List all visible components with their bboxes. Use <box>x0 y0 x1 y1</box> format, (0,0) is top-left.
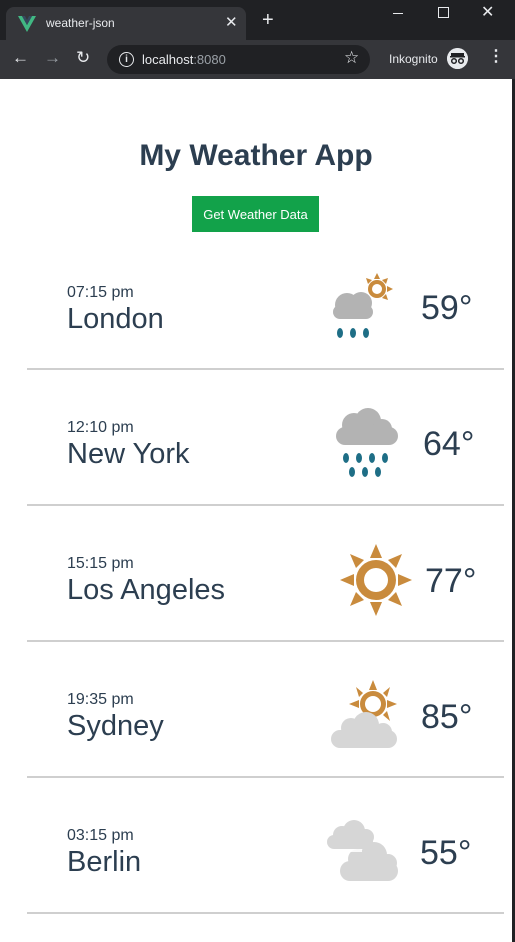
maximize-icon[interactable] <box>438 7 449 18</box>
city-time: 15:15 pm <box>67 555 134 572</box>
url-host: localhost <box>142 52 194 67</box>
city-temperature: 77° <box>425 562 477 600</box>
rain-cloud-icon <box>336 408 398 477</box>
new-tab-button[interactable]: + <box>262 10 274 30</box>
sun-icon <box>340 544 412 616</box>
vue-favicon-icon <box>18 16 36 32</box>
back-arrow-icon[interactable]: ← <box>12 48 29 68</box>
browser-menu-icon[interactable]: ⋮ <box>488 49 504 65</box>
city-temperature: 59° <box>421 289 473 327</box>
city-time: 19:35 pm <box>67 691 134 708</box>
city-name: New York <box>67 438 190 470</box>
city-temperature: 85° <box>421 698 473 736</box>
city-name: Los Angeles <box>67 574 226 606</box>
page-title: My Weather App <box>139 139 373 172</box>
reload-icon[interactable]: ↻ <box>76 48 90 68</box>
address-bar[interactable]: i localhost:8080 ☆ <box>107 45 370 74</box>
get-weather-data-button[interactable]: Get Weather Data <box>192 196 319 232</box>
city-row: 19:35 pm Sydney 85° <box>27 641 504 778</box>
browser-tab[interactable]: weather-json ✕ <box>6 7 246 40</box>
browser-tab-bar: weather-json ✕ + ✕ <box>0 0 515 40</box>
url-port: :8080 <box>193 52 226 67</box>
info-icon[interactable]: i <box>119 52 134 67</box>
tab-title: weather-json <box>46 16 115 30</box>
city-name: Berlin <box>67 846 142 878</box>
city-temperature: 64° <box>423 425 475 463</box>
browser-toolbar: ← → ↻ i localhost:8080 ☆ Inkognito ⋮ <box>0 40 515 79</box>
city-time: 03:15 pm <box>67 827 134 844</box>
city-time: 07:15 pm <box>67 284 134 301</box>
city-name: Sydney <box>67 710 164 742</box>
cloudy-icon <box>327 820 398 881</box>
tab-close-icon[interactable]: ✕ <box>225 13 238 31</box>
bookmark-star-icon[interactable]: ☆ <box>344 48 359 68</box>
incognito-label: Inkognito <box>389 52 438 66</box>
city-temperature: 55° <box>420 834 472 872</box>
city-row: 03:15 pm Berlin 55° <box>27 777 504 914</box>
city-row: 12:10 pm New York 64° <box>27 369 504 506</box>
city-time: 12:10 pm <box>67 419 134 436</box>
partly-cloudy-icon <box>331 680 397 748</box>
url-text: localhost:8080 <box>142 52 226 67</box>
window-close-icon[interactable]: ✕ <box>481 2 494 22</box>
incognito-icon[interactable] <box>447 48 468 69</box>
forward-arrow-icon[interactable]: → <box>44 48 61 68</box>
city-row: 15:15 pm Los Angeles 77° <box>27 505 504 642</box>
city-row: 07:15 pm London 59° <box>27 233 504 370</box>
partly-sunny-rain-icon <box>333 273 393 338</box>
city-name: London <box>67 303 164 335</box>
minimize-icon[interactable] <box>393 13 403 14</box>
